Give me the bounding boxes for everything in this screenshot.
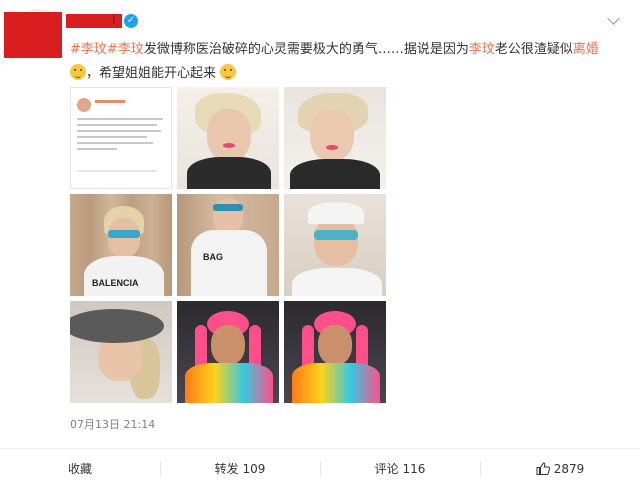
- favorite-button[interactable]: 收藏: [0, 449, 160, 488]
- image-curtain-sunglasses[interactable]: BALENCIA: [70, 194, 172, 296]
- thumbs-up-icon: [536, 462, 550, 475]
- image-screenshot-post[interactable]: [70, 87, 172, 189]
- image-blonde-pose[interactable]: [284, 87, 386, 189]
- post-text-line2: ，希望姐姐能开心起来: [70, 62, 237, 81]
- mention-link[interactable]: 李玟: [469, 42, 495, 57]
- image-pink-braids-1[interactable]: [177, 301, 279, 403]
- hashtag-link[interactable]: #李玟: [70, 42, 107, 57]
- hashtag-link[interactable]: #李玟: [107, 42, 144, 57]
- chevron-down-icon[interactable]: [607, 12, 620, 25]
- post-text: 发微博称医治破碎的心灵需要极大的勇气……据说是因为: [143, 42, 469, 57]
- shirt-text: BALENCIA: [92, 278, 139, 288]
- image-blonde-selfie[interactable]: [177, 87, 279, 189]
- comment-button[interactable]: 评论 116: [320, 449, 480, 488]
- like-count: 2879: [553, 461, 585, 476]
- image-sunhat-lying[interactable]: [70, 301, 172, 403]
- image-pink-braids-2[interactable]: [284, 301, 386, 403]
- post-text-line1: #李玟#李玟发微博称医治破碎的心灵需要极大的勇气……据说是因为李玟老公很渣疑似离…: [70, 38, 599, 57]
- favorite-label: 收藏: [67, 462, 92, 476]
- image-grid: BALENCIA BAG: [70, 87, 388, 404]
- post-timestamp[interactable]: 07月13日 21:14: [70, 416, 155, 432]
- repost-label: 转发 109: [214, 462, 266, 476]
- redaction-block: [4, 12, 62, 58]
- post-text: 老公很渣疑似: [494, 42, 573, 57]
- action-bar: 收藏 转发 109 评论 116 2879: [0, 448, 640, 488]
- keyword-link[interactable]: 离婚: [573, 42, 599, 57]
- repost-button[interactable]: 转发 109: [160, 449, 320, 488]
- image-white-top-sunglasses[interactable]: BAG: [177, 194, 279, 296]
- image-cap-sunglasses[interactable]: [284, 194, 386, 296]
- username[interactable]: i: [112, 13, 116, 28]
- shirt-text: BAG: [203, 252, 223, 262]
- verified-badge-icon: ✓: [124, 14, 138, 28]
- comment-label: 评论 116: [374, 462, 426, 476]
- post-text: ，希望姐姐能开心起来: [86, 66, 217, 81]
- emoji-icon: [220, 63, 237, 80]
- emoji-icon: [70, 63, 86, 80]
- like-button[interactable]: 2879: [480, 449, 640, 488]
